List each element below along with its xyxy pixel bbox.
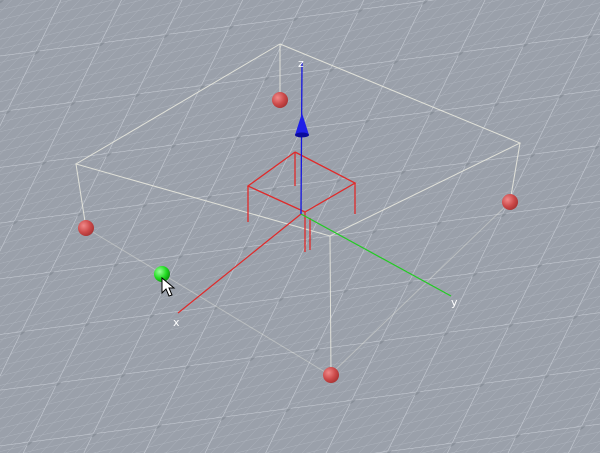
x-axis-label: x — [173, 316, 180, 329]
control-point[interactable] — [78, 220, 94, 236]
3d-viewport[interactable]: x y z — [0, 0, 600, 453]
control-point[interactable] — [502, 194, 518, 210]
control-point[interactable] — [323, 367, 339, 383]
control-point[interactable] — [272, 92, 288, 108]
y-axis-label: y — [451, 296, 458, 309]
z-axis-label: z — [298, 57, 304, 70]
